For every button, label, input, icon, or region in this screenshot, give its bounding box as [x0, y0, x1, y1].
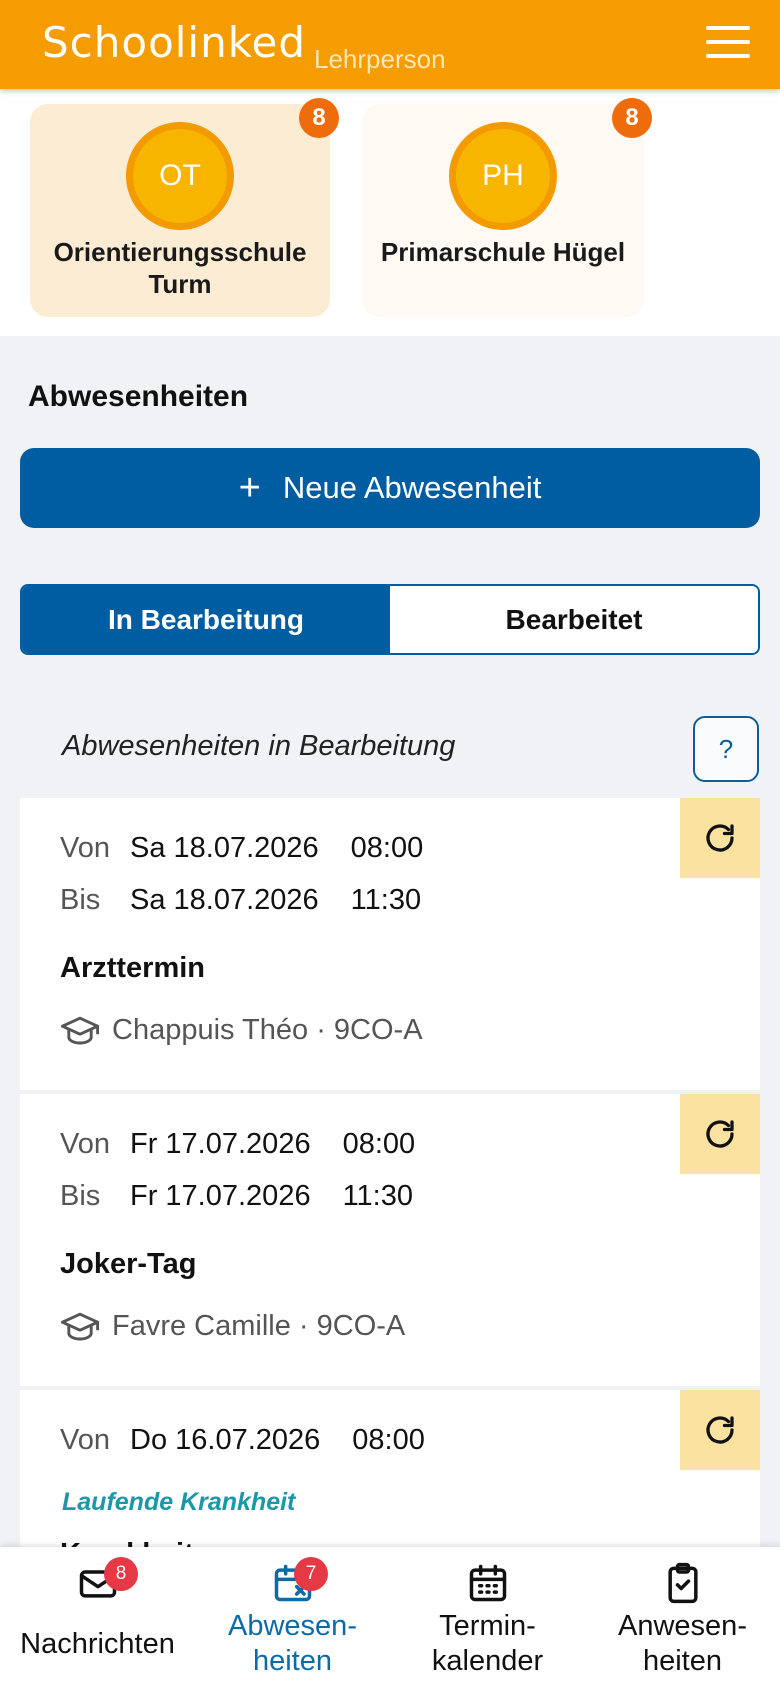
student-name: Chappuis Théo · 9CO-A — [112, 1014, 423, 1046]
nav-calendar[interactable]: Termin- kalender — [390, 1547, 585, 1688]
absence-card[interactable]: Von Fr 17.07.2026 08:00 Bis Fr 17.07.202… — [20, 1094, 760, 1386]
to-time: 11:30 — [350, 884, 422, 916]
nav-messages[interactable]: 8 Nachrichten — [0, 1547, 195, 1688]
refresh-icon — [706, 1416, 734, 1444]
clipboard-check-icon — [667, 1562, 698, 1604]
nav-attendance[interactable]: Anwesen- heiten — [585, 1547, 780, 1688]
from-label: Von — [60, 832, 110, 864]
calendar-icon — [469, 1564, 506, 1602]
graduation-cap-icon — [60, 1312, 100, 1340]
list-title: Abwesenheiten in Bearbeitung — [62, 730, 456, 762]
app-header: Schoolinked Lehrperson — [0, 0, 780, 89]
nav-label: Anwesen- heiten — [618, 1610, 747, 1677]
nav-badge: 8 — [104, 1557, 138, 1591]
help-button[interactable]: ? — [693, 716, 759, 782]
from-time: 08:00 — [352, 1424, 425, 1456]
to-row: Bis Sa 18.07.2026 11:30 — [60, 884, 421, 917]
nav-label: Termin- kalender — [431, 1610, 544, 1677]
nav-label: Abwesen- heiten — [228, 1610, 357, 1677]
hamburger-menu-icon[interactable] — [706, 26, 750, 62]
school-name: Orientierungsschule Turm — [53, 237, 307, 299]
from-row: Von Fr 17.07.2026 08:00 — [60, 1128, 415, 1161]
from-row: Von Do 16.07.2026 08:00 — [60, 1424, 425, 1457]
from-row: Von Sa 18.07.2026 08:00 — [60, 832, 423, 865]
to-date: Sa 18.07.2026 — [130, 884, 319, 916]
nav-label: Nachrichten — [20, 1628, 175, 1660]
refresh-button[interactable] — [680, 798, 760, 878]
from-time: 08:00 — [342, 1128, 416, 1160]
status-tabs: In Bearbeitung Bearbeitet — [20, 584, 760, 655]
refresh-icon — [706, 1120, 734, 1148]
to-date: Fr 17.07.2026 — [130, 1180, 311, 1212]
absence-card[interactable]: Von Sa 18.07.2026 08:00 Bis Sa 18.07.202… — [20, 798, 760, 1090]
app-logo: Schoolinked — [42, 18, 307, 67]
to-row: Bis Fr 17.07.2026 11:30 — [60, 1180, 413, 1213]
notification-badge: 8 — [299, 98, 339, 138]
nav-badge: 7 — [294, 1557, 328, 1591]
section-title: Abwesenheiten — [28, 380, 249, 413]
from-date: Do 16.07.2026 — [130, 1424, 321, 1456]
school-name: Primarschule Hügel — [380, 237, 626, 267]
from-date: Sa 18.07.2026 — [130, 832, 319, 864]
school-card-ot[interactable]: OT Orientierungsschule Turm 8 — [30, 98, 339, 317]
new-absence-label: Neue Abwesenheit — [282, 470, 542, 505]
from-label: Von — [60, 1424, 110, 1456]
student-info: Chappuis Théo · 9CO-A — [60, 1014, 423, 1047]
student-name: Favre Camille · 9CO-A — [112, 1310, 406, 1342]
graduation-cap-icon — [60, 1016, 100, 1044]
to-label: Bis — [60, 884, 101, 916]
tab-processed[interactable]: Bearbeitet — [390, 586, 758, 653]
from-label: Von — [60, 1128, 110, 1160]
new-absence-button[interactable]: + Neue Abwesenheit — [20, 448, 760, 528]
to-time: 11:30 — [342, 1180, 413, 1212]
school-avatar: PH — [449, 122, 557, 230]
school-card-ph[interactable]: PH Primarschule Hügel 8 — [362, 98, 652, 317]
school-avatar: OT — [126, 122, 234, 230]
notification-badge: 8 — [612, 98, 652, 138]
absence-reason: Arzttermin — [60, 952, 206, 984]
school-selector: OT Orientierungsschule Turm 8 PH Primars… — [0, 89, 780, 336]
tab-in-progress[interactable]: In Bearbeitung — [22, 586, 390, 653]
refresh-button[interactable] — [680, 1390, 760, 1470]
bottom-navigation: 8 Nachrichten 7 Abwesen- heiten Termin- … — [0, 1547, 780, 1688]
nav-absences[interactable]: 7 Abwesen- heiten — [195, 1547, 390, 1688]
from-time: 08:00 — [350, 832, 424, 864]
refresh-button[interactable] — [680, 1094, 760, 1174]
plus-icon: + — [238, 467, 261, 509]
student-info: Favre Camille · 9CO-A — [60, 1310, 405, 1343]
from-date: Fr 17.07.2026 — [130, 1128, 311, 1160]
ongoing-status: Laufende Krankheit — [62, 1488, 296, 1516]
refresh-icon — [706, 824, 734, 852]
user-role: Lehrperson — [314, 44, 446, 74]
absence-reason: Joker-Tag — [60, 1248, 197, 1280]
to-label: Bis — [60, 1180, 101, 1212]
